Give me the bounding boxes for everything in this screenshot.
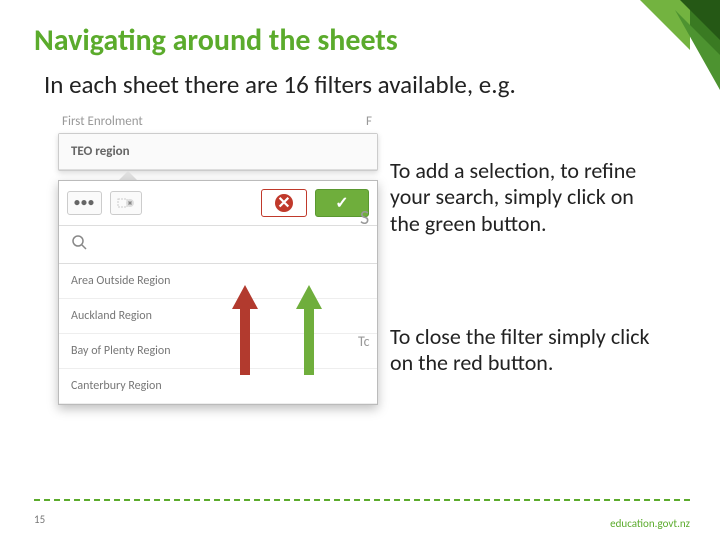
check-icon: ✓ [335, 195, 348, 212]
footer-divider [34, 499, 690, 501]
list-item[interactable]: Bay of Plenty Region [59, 334, 377, 369]
close-icon: ✕ [275, 194, 293, 212]
list-item[interactable]: Canterbury Region [59, 369, 377, 404]
search-input[interactable] [59, 226, 377, 264]
search-icon [71, 234, 87, 255]
red-arrow [232, 285, 258, 380]
column-header-f: F [366, 114, 372, 129]
letter-s: S [360, 206, 369, 230]
list-item[interactable]: Area Outside Region [59, 264, 377, 299]
corner-triangles [580, 0, 720, 90]
more-options-button[interactable]: ••• [67, 191, 102, 215]
green-arrow [296, 285, 322, 380]
filter-dropdown: ••• ✕ ✓ Area Outside Region Auckland Reg… [58, 180, 378, 405]
filter-label[interactable]: TEO region [59, 134, 377, 170]
cancel-button[interactable]: ✕ [261, 189, 307, 217]
list-item[interactable]: Auckland Region [59, 299, 377, 334]
instruction-add: To add a selection, to refine your searc… [390, 158, 650, 237]
footer-domain: education.govt.nz [610, 517, 690, 530]
column-header-first-enrolment: First Enrolment [62, 114, 143, 129]
letter-tc: Tc [358, 333, 370, 350]
clear-selection-button[interactable] [110, 191, 142, 215]
instruction-close: To close the filter simply click on the … [390, 324, 650, 377]
page-number: 15 [34, 513, 45, 526]
filter-dropdown-screenshot: First Enrolment F TEO region ••• ✕ ✓ [58, 108, 378, 405]
